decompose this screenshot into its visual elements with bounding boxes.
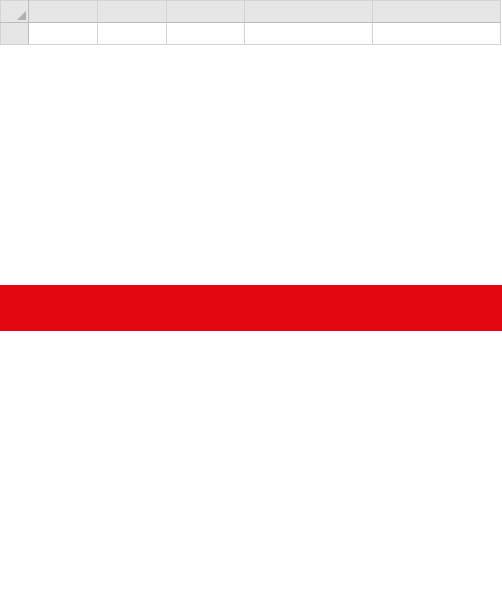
table-row xyxy=(1,23,501,45)
row-gap-indicator xyxy=(0,285,502,331)
col-header-D[interactable] xyxy=(245,1,373,23)
col-header-E[interactable] xyxy=(373,1,501,23)
header-cell[interactable] xyxy=(98,23,167,45)
header-cell[interactable] xyxy=(245,23,373,45)
header-cell[interactable] xyxy=(373,23,501,45)
header-cell[interactable] xyxy=(29,23,98,45)
row-header[interactable] xyxy=(1,23,29,45)
header-cell[interactable] xyxy=(167,23,245,45)
column-header-row xyxy=(1,1,501,23)
col-header-B[interactable] xyxy=(98,1,167,23)
col-header-C[interactable] xyxy=(167,1,245,23)
select-all-triangle-icon xyxy=(17,11,26,20)
col-header-A[interactable] xyxy=(29,1,98,23)
select-all-corner[interactable] xyxy=(1,1,29,23)
spreadsheet-top xyxy=(0,0,501,45)
